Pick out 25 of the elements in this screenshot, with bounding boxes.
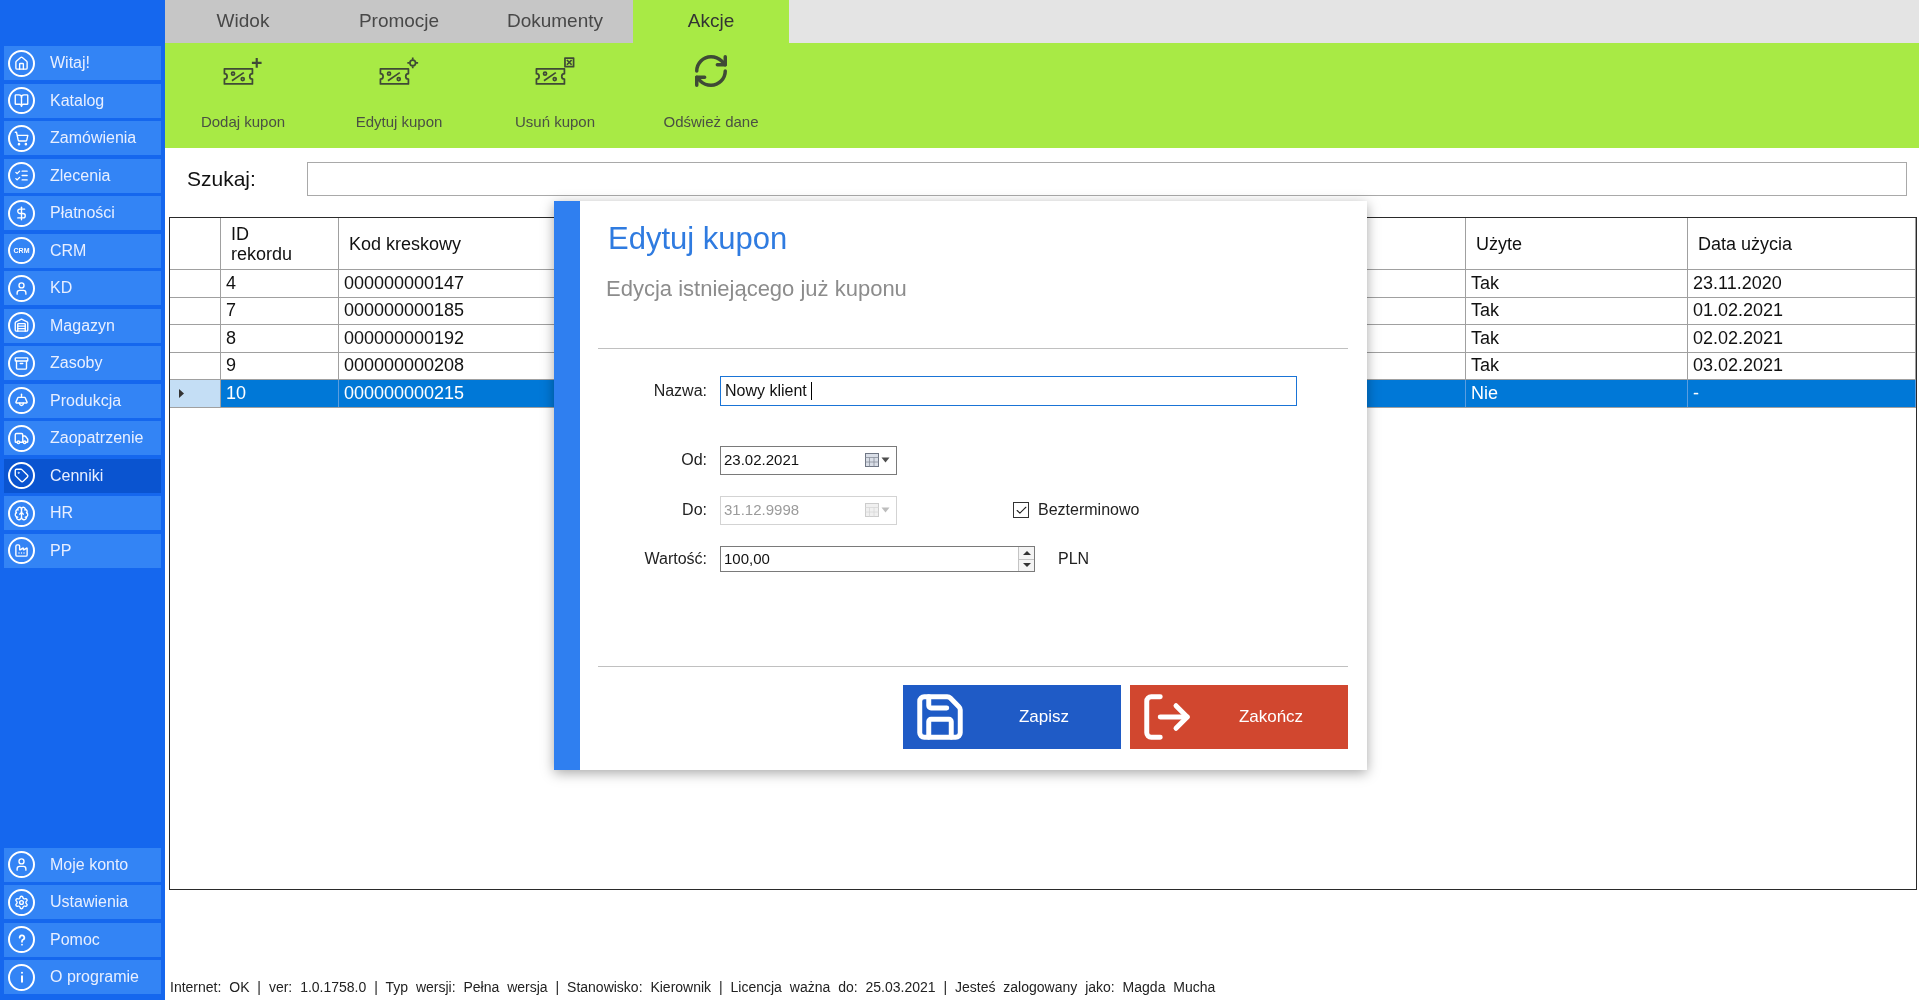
table-cell: 7 xyxy=(221,297,339,324)
dialog-subtitle: Edycja istniejącego już kuponu xyxy=(606,275,907,303)
table-cell: 10 xyxy=(221,380,339,407)
field-label: Do: xyxy=(681,500,707,520)
table-cell: Tak xyxy=(1466,325,1688,352)
table-cell: 03.02.2021 xyxy=(1688,352,1916,379)
search-label: Szukaj: xyxy=(187,166,257,193)
table-cell: 01.02.2021 xyxy=(1688,297,1916,324)
field-label: Nazwa: xyxy=(652,381,707,401)
checkbox-label: Bezterminowo xyxy=(1038,500,1140,520)
field-label: Wartość: xyxy=(643,549,707,569)
field-label: Od: xyxy=(680,450,707,470)
dialog-title: Edytuj kupon xyxy=(608,220,788,258)
table-cell: Tak xyxy=(1466,297,1688,324)
table-cell: 02.02.2021 xyxy=(1688,325,1916,352)
table-cell: Nie xyxy=(1466,380,1688,407)
table-cell: 8 xyxy=(221,325,339,352)
unit-label: PLN xyxy=(1058,549,1090,569)
table-cell: Tak xyxy=(1466,270,1688,297)
table-cell: Tak xyxy=(1466,352,1688,379)
table-cell: 23.11.2020 xyxy=(1688,270,1916,297)
table-cell: 4 xyxy=(221,270,339,297)
status-text: Internet: OK | ver: 1.0.1758.0 | Typ wersji: Pełna wersja | Stanowisko: Kierownik | Licencja ważna do: 25.03.2021 | Jesteś zalogowany jako: Magda Mucha xyxy=(170,977,1216,997)
table-cell: - xyxy=(1688,380,1916,407)
table-cell: 9 xyxy=(221,352,339,379)
